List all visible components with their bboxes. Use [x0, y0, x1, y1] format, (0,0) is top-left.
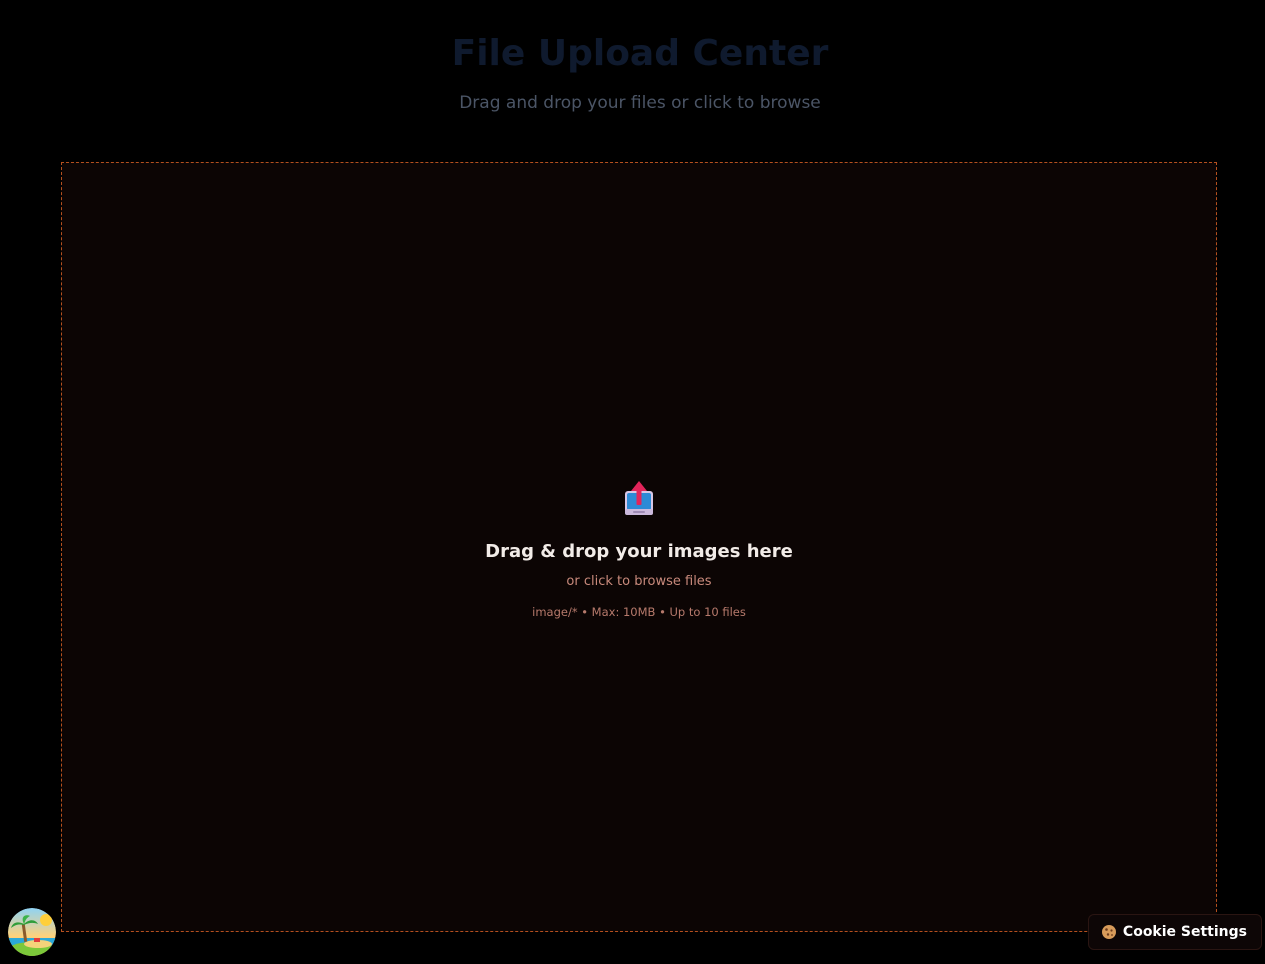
cookie-settings-label: Cookie Settings [1122, 924, 1247, 940]
dropzone-heading: Drag & drop your images here [485, 541, 793, 562]
dropzone-browse-text: or click to browse files [566, 574, 712, 589]
dropzone-content: Drag & drop your images here or click to… [62, 481, 1216, 620]
avatar[interactable] [8, 908, 56, 956]
cookie-settings-button[interactable]: Cookie Settings [1087, 914, 1262, 950]
page-title: File Upload Center [451, 33, 829, 74]
page: File Upload Center Drag and drop your fi… [0, 0, 1265, 964]
page-subtitle: Drag and drop your files or click to bro… [459, 93, 821, 113]
file-dropzone[interactable]: Drag & drop your images here or click to… [61, 162, 1217, 932]
dropzone-constraints: image/* • Max: 10MB • Up to 10 files [532, 605, 746, 619]
upload-tray-icon [623, 481, 655, 519]
beach-island-icon [8, 908, 56, 956]
cookie-icon [1101, 924, 1117, 940]
